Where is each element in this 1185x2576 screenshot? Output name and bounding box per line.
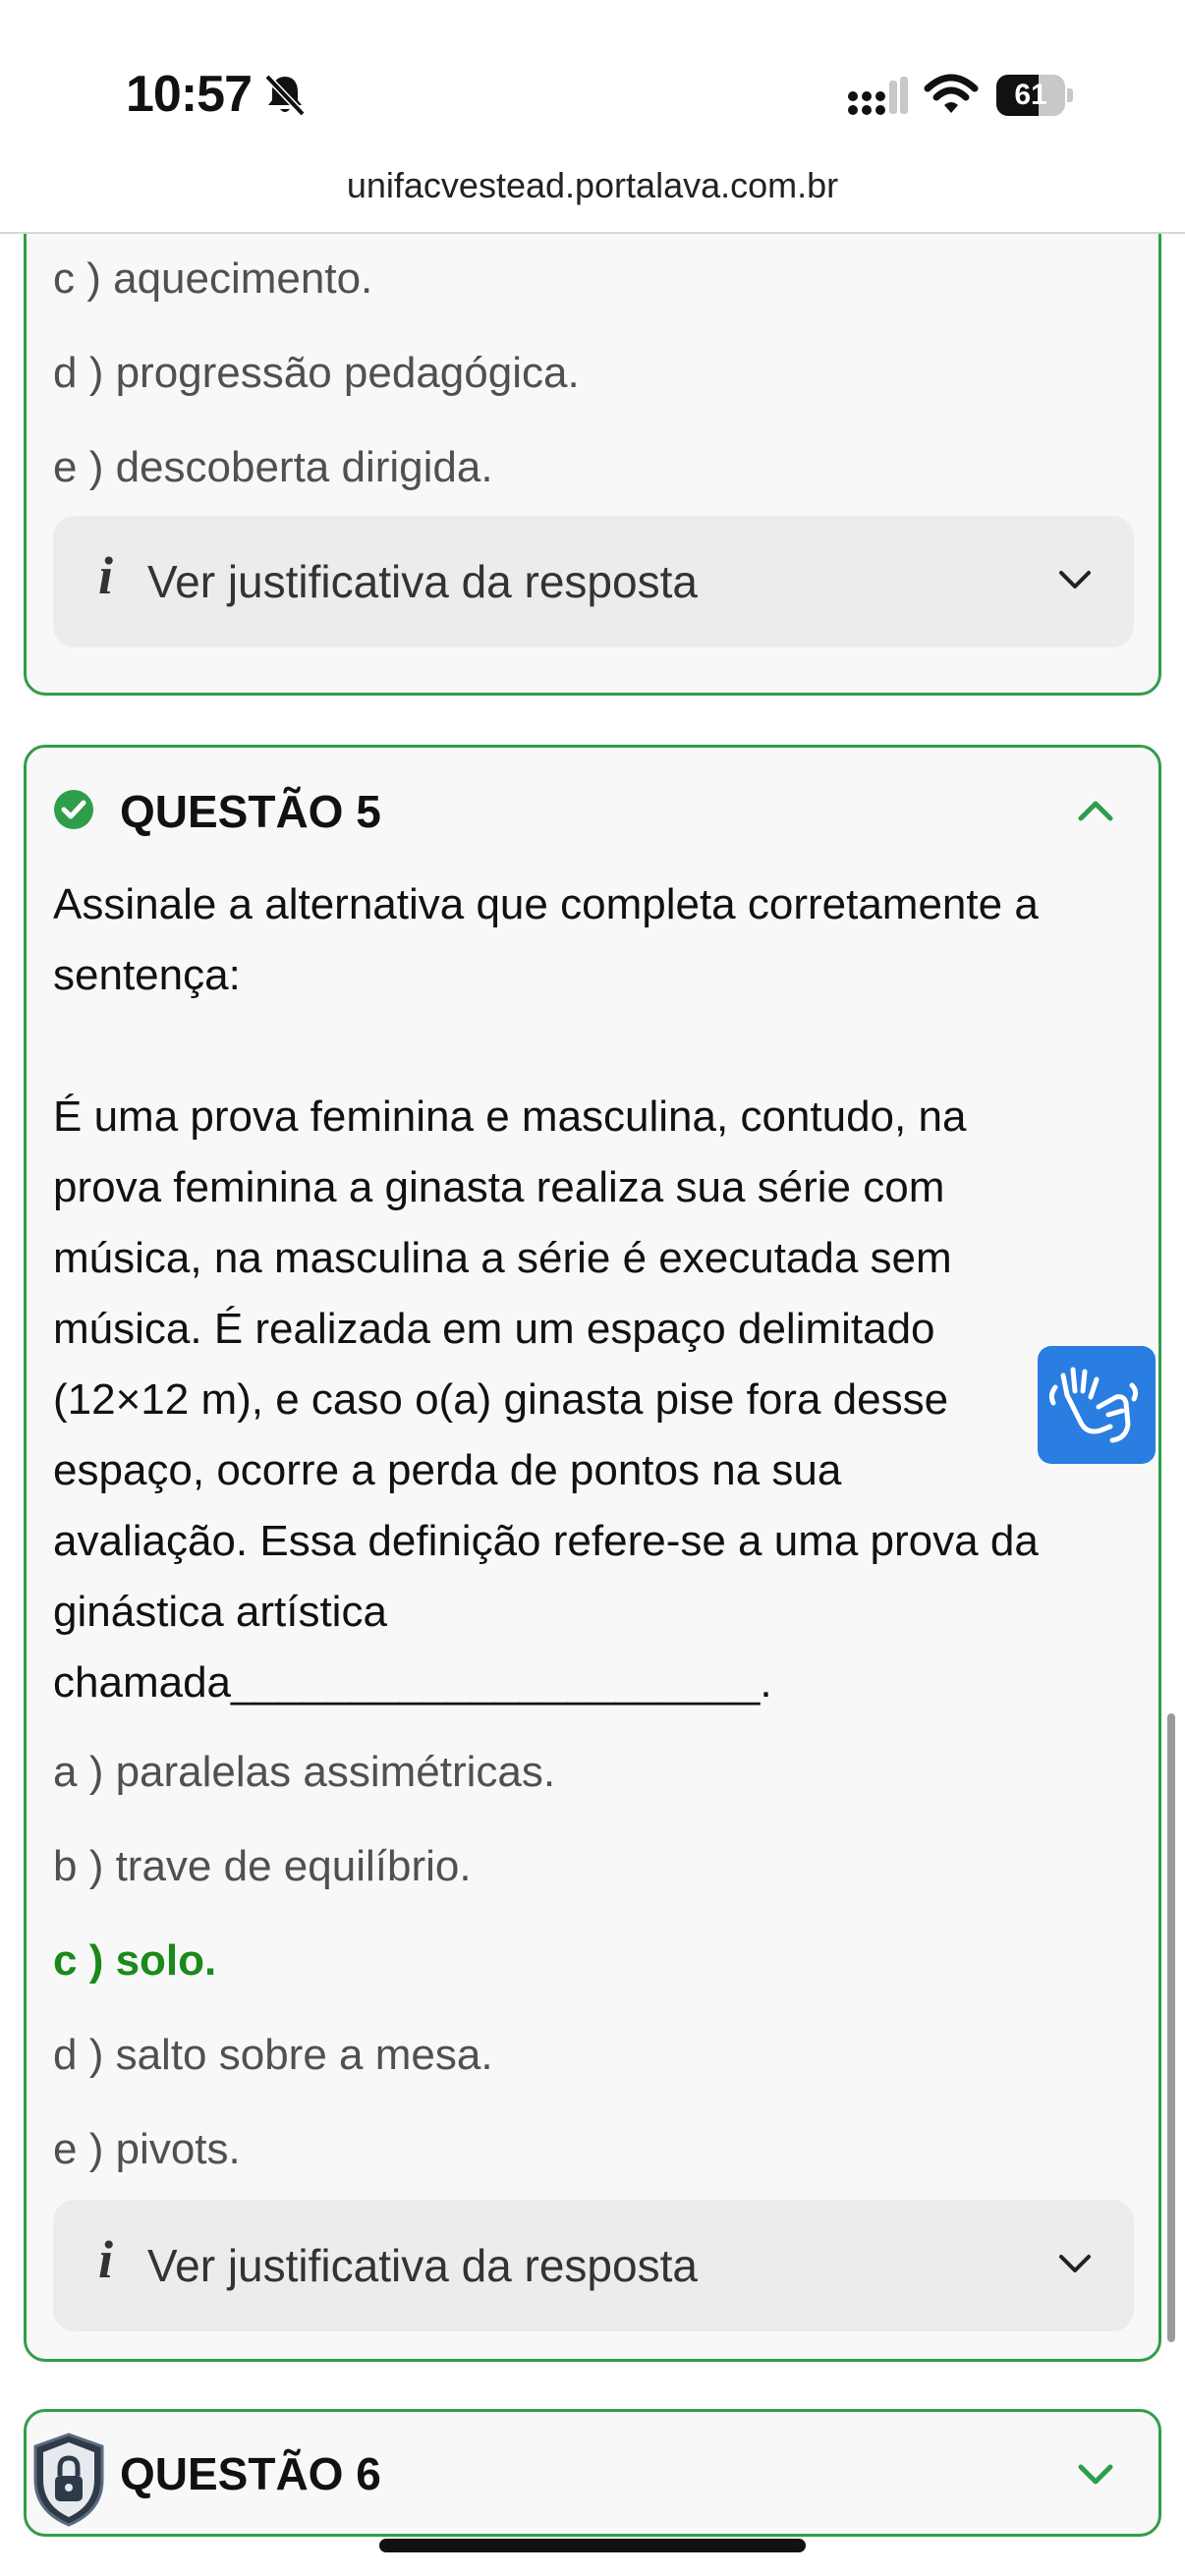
status-bar: 10:57 61 unifacvestead.portalava.com.br: [0, 0, 1185, 205]
page-content[interactable]: c ) aquecimento. d ) progressão pedagógi…: [0, 234, 1185, 2576]
answer-option-c: c ) aquecimento.: [53, 254, 373, 303]
battery-icon: 61: [996, 75, 1073, 116]
chevron-down-icon[interactable]: [1075, 2453, 1116, 2494]
lock-shield-icon[interactable]: [29, 2431, 108, 2529]
sign-language-icon: [1048, 1367, 1139, 1443]
question-statement: Assinale a alternativa que completa corr…: [53, 869, 1144, 1718]
statement-line: chamada______________________.: [53, 1658, 772, 1707]
scrollbar[interactable]: [1167, 1713, 1175, 2342]
address-bar-url[interactable]: unifacvestead.portalava.com.br: [0, 165, 1185, 206]
sign-language-button[interactable]: [1038, 1346, 1156, 1464]
prompt-line: Assinale a alternativa que completa corr…: [53, 880, 1039, 928]
home-indicator[interactable]: [379, 2539, 806, 2552]
answer-option-d: d ) salto sobre a mesa.: [53, 2031, 493, 2079]
answer-option-e: e ) pivots.: [53, 2125, 241, 2173]
chevron-down-icon: [1059, 2255, 1091, 2272]
statement-line: prova feminina a ginasta realiza sua sér…: [53, 1163, 945, 1211]
statement-line: espaço, ocorre a perda de pontos na sua: [53, 1446, 842, 1494]
question-card-5: QUESTÃO 5 Assinale a alternativa que com…: [24, 745, 1161, 2362]
statement-line: (12×12 m), e caso o(a) ginasta pise fora…: [53, 1375, 949, 1424]
answer-option-c-correct: c ) solo.: [53, 1936, 217, 1985]
justification-label: Ver justificativa da resposta: [147, 2240, 698, 2291]
statement-line: É uma prova feminina e masculina, contud…: [53, 1092, 967, 1141]
wifi-icon: [924, 74, 979, 113]
question-title: QUESTÃO 5: [120, 786, 381, 837]
question-card-4: c ) aquecimento. d ) progressão pedagógi…: [24, 234, 1161, 696]
answer-option-a: a ) paralelas assimétricas.: [53, 1748, 556, 1796]
justification-label: Ver justificativa da resposta: [147, 556, 698, 607]
statement-line: música, na masculina a série é executada…: [53, 1234, 952, 1282]
statement-line: música. É realizada em um espaço delimit…: [53, 1305, 935, 1353]
question-header[interactable]: QUESTÃO 5: [53, 779, 1134, 838]
justification-toggle[interactable]: i Ver justificativa da resposta: [53, 2200, 1134, 2331]
question-header[interactable]: QUESTÃO 6: [53, 2441, 1134, 2500]
chevron-down-icon: [1059, 571, 1091, 588]
answer-option-d: d ) progressão pedagógica.: [53, 349, 580, 397]
answer-option-e: e ) descoberta dirigida.: [53, 443, 493, 491]
battery-percent: 61: [1014, 79, 1047, 111]
info-icon: i: [98, 546, 114, 605]
info-icon: i: [98, 2230, 114, 2289]
answer-option-b: b ) trave de equilíbrio.: [53, 1842, 472, 1890]
cellular-signal-icon: [848, 77, 908, 115]
justification-toggle[interactable]: i Ver justificativa da resposta: [53, 516, 1134, 647]
bell-slash-icon: [264, 74, 306, 117]
statement-line: ginástica artística: [53, 1588, 387, 1636]
prompt-line: sentença:: [53, 951, 241, 999]
check-circle-icon: [54, 790, 93, 829]
question-title: QUESTÃO 6: [120, 2448, 381, 2499]
chevron-up-icon[interactable]: [1075, 791, 1116, 832]
statement-line: avaliação. Essa definição refere-se a um…: [53, 1517, 1039, 1565]
question-card-6[interactable]: QUESTÃO 6: [24, 2409, 1161, 2537]
clock-time: 10:57: [126, 66, 253, 123]
